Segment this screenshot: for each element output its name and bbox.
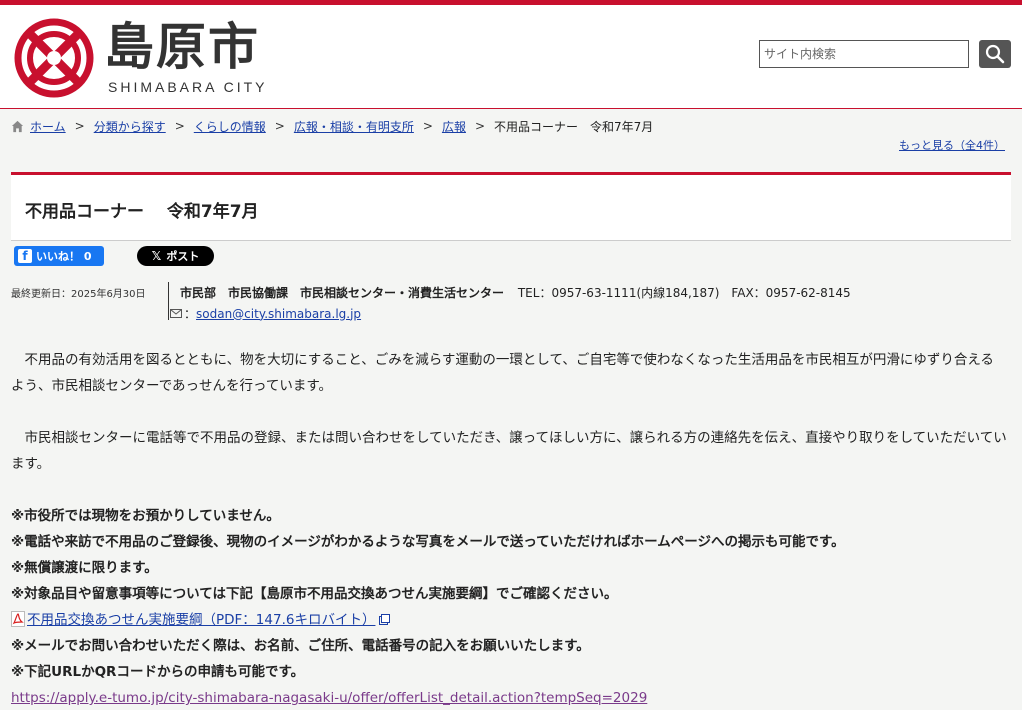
note-online-application: ※下記URLかQRコードからの申請も可能です。	[11, 664, 305, 680]
breadcrumb: ホーム > 分類から探す > くらしの情報 > 広報・相談・有明支所 > 広報 …	[11, 117, 653, 135]
mail-icon	[170, 309, 182, 318]
page-title: 不用品コーナー 令和7年7月	[25, 202, 259, 222]
x-logo-icon: 𝕏	[151, 249, 162, 263]
home-icon	[11, 120, 24, 132]
x-post-button[interactable]: 𝕏 ポスト	[137, 246, 214, 266]
city-emblem-icon[interactable]	[14, 18, 94, 98]
pdf-icon	[11, 611, 25, 627]
page-title-box: 不用品コーナー 令和7年7月	[11, 172, 1011, 241]
pdf-guidelines-link[interactable]: 不用品交換あつせん実施要綱（PDF：147.6キロバイト）	[27, 612, 375, 628]
site-logo-subtext: SHIMABARA CITY	[108, 79, 268, 95]
note-free-only: ※無償譲渡に限ります。	[11, 560, 158, 576]
process-paragraph: 市民相談センターに電話等で不用品の登録、または問い合わせをしていただき、譲ってほ…	[11, 430, 1007, 472]
facebook-like-label: いいね！ 0	[36, 250, 92, 263]
last-updated: 最終更新日：2025年6月30日	[11, 289, 146, 300]
facebook-like-button[interactable]: f いいね！ 0	[14, 246, 104, 266]
breadcrumb-separator: >	[274, 119, 285, 133]
breadcrumb-living-info[interactable]: くらしの情報	[194, 118, 266, 135]
breadcrumb-home[interactable]: ホーム	[30, 118, 66, 135]
breadcrumb-category[interactable]: 分類から探す	[94, 118, 166, 135]
site-search-input[interactable]	[759, 40, 969, 68]
facebook-icon: f	[18, 249, 32, 263]
email-prefix: ：	[184, 307, 197, 321]
site-header: 島原市 SHIMABARA CITY	[0, 5, 1022, 109]
breadcrumb-separator: >	[174, 119, 185, 133]
breadcrumb-separator: >	[422, 119, 433, 133]
breadcrumb-current: 不用品コーナー 令和7年7月	[494, 119, 654, 134]
breadcrumb-separator: >	[474, 119, 486, 133]
department-info: 市民部 市民協働課 市民相談センター・消費生活センター TEL：0957-63-…	[180, 284, 851, 301]
breadcrumb-pr[interactable]: 広報	[442, 118, 466, 135]
contact-email-row: ： sodan@city.shimabara.lg.jp	[170, 305, 361, 322]
site-logo-text[interactable]: 島原市	[104, 19, 260, 75]
breadcrumb-pr-consult[interactable]: 広報・相談・有明支所	[294, 118, 414, 135]
note-email-contact: ※メールでお問い合わせいただく際は、お名前、ご住所、電話番号の記入をお願いいたし…	[11, 638, 590, 654]
note-no-storage: ※市役所では現物をお預かりしていません。	[11, 508, 280, 524]
application-url-link[interactable]: https://apply.e-tumo.jp/city-shimabara-n…	[11, 690, 647, 706]
search-icon	[985, 44, 1005, 64]
main-content: 不用品の有効活用を図るとともに、物を大切にすること、ごみを減らす運動の一環として…	[11, 347, 1007, 710]
more-link[interactable]: もっと見る（全4件）	[899, 137, 1005, 153]
intro-paragraph: 不用品の有効活用を図るとともに、物を大切にすること、ごみを減らす運動の一環として…	[11, 352, 994, 394]
department-name: 市民部 市民協働課 市民相談センター・消費生活センター	[180, 286, 505, 300]
x-post-label: ポスト	[166, 250, 200, 263]
breadcrumb-separator: >	[74, 119, 85, 133]
external-link-icon	[379, 614, 391, 625]
pdf-row: 不用品交換あつせん実施要綱（PDF：147.6キロバイト）	[11, 607, 1007, 633]
search-button[interactable]	[979, 40, 1011, 68]
divider	[168, 282, 169, 320]
contact-email-link[interactable]: sodan@city.shimabara.lg.jp	[196, 307, 361, 321]
department-phone: TEL：0957-63-1111(内線184,187) FAX：0957-62-…	[517, 286, 851, 300]
note-photo-posting: ※電話や来訪で不用品のご登録後、現物のイメージがわかるような写真をメールで送って…	[11, 534, 845, 550]
note-guidelines: ※対象品目や留意事項等については下記【島原市不用品交換あつせん実施要綱】でご確認…	[11, 586, 618, 602]
